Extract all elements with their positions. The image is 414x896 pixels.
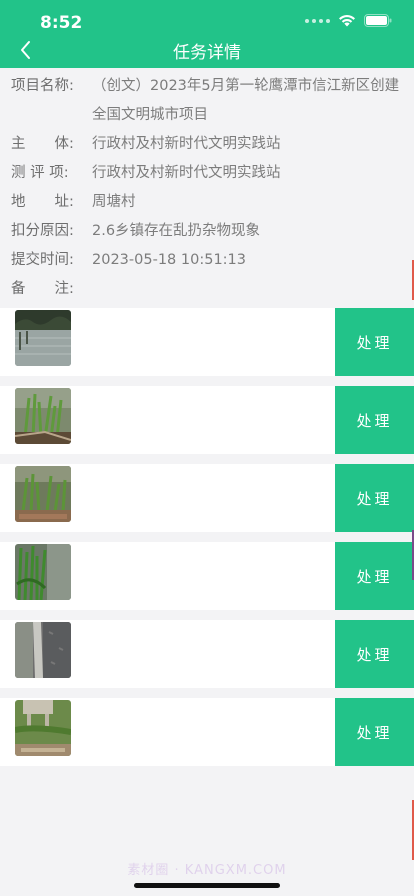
list-item: 处理 bbox=[0, 464, 414, 532]
photo-list: 处理 处理 处理 处理 处理 处理 bbox=[0, 308, 414, 766]
detail-label: 地 址: bbox=[11, 194, 74, 210]
list-item: 处理 bbox=[0, 308, 414, 376]
process-button[interactable]: 处理 bbox=[335, 698, 414, 766]
yard-debris-photo[interactable] bbox=[15, 700, 71, 756]
list-item: 处理 bbox=[0, 386, 414, 454]
status-bar: 8:52 bbox=[0, 0, 414, 36]
detail-row-remark: 备 注: bbox=[11, 275, 402, 304]
detail-row-submit-time: 提交时间: 2023-05-18 10:51:13 bbox=[11, 246, 402, 275]
page-title: 任务详情 bbox=[173, 43, 241, 63]
detail-label: 备 注: bbox=[11, 281, 74, 297]
home-indicator bbox=[134, 883, 280, 888]
detail-row-subject: 主 体: 行政村及村新时代文明实践站 bbox=[11, 130, 402, 159]
grass-shore-photo-2[interactable] bbox=[15, 466, 71, 522]
detail-label: 扣分原因: bbox=[11, 223, 74, 239]
detail-value: 行政村及村新时代文明实践站 bbox=[92, 165, 281, 181]
detail-label: 测 评 项: bbox=[11, 165, 69, 181]
detail-value: 2.6乡镇存在乱扔杂物现象 bbox=[92, 223, 261, 239]
detail-label: 项目名称: bbox=[11, 78, 74, 94]
watermark: 素材圈 · KANGXM.COM bbox=[127, 863, 287, 878]
status-icons bbox=[305, 14, 392, 27]
list-item: 处理 bbox=[0, 620, 414, 688]
pond-water-photo[interactable] bbox=[15, 310, 71, 366]
detail-label: 主 体: bbox=[11, 136, 74, 152]
plants-by-wall-photo[interactable] bbox=[15, 544, 71, 600]
detail-label: 提交时间: bbox=[11, 252, 74, 268]
nav-bar: 任务详情 bbox=[0, 36, 414, 68]
detail-row-evaluation: 测 评 项: 行政村及村新时代文明实践站 bbox=[11, 159, 402, 188]
detail-value: 周塘村 bbox=[92, 194, 136, 210]
detail-row-project: 项目名称: （创文）2023年5月第一轮鹰潭市信江新区创建全国文明城市项目 bbox=[11, 72, 402, 130]
app-header: 8:52 任务详情 bbox=[0, 0, 414, 68]
list-item: 处理 bbox=[0, 542, 414, 610]
detail-value: （创文）2023年5月第一轮鹰潭市信江新区创建全国文明城市项目 bbox=[92, 78, 400, 123]
task-details: 项目名称: （创文）2023年5月第一轮鹰潭市信江新区创建全国文明城市项目 主 … bbox=[0, 68, 414, 304]
process-button[interactable]: 处理 bbox=[335, 386, 414, 454]
detail-value bbox=[92, 275, 402, 304]
detail-value: 2023-05-18 10:51:13 bbox=[92, 252, 246, 268]
detail-row-address: 地 址: 周塘村 bbox=[11, 188, 402, 217]
status-time: 8:52 bbox=[40, 13, 83, 33]
detail-value: 行政村及村新时代文明实践站 bbox=[92, 136, 281, 152]
road-curb-photo[interactable] bbox=[15, 622, 71, 678]
process-button[interactable]: 处理 bbox=[335, 542, 414, 610]
signal-icon bbox=[305, 18, 330, 23]
battery-icon bbox=[364, 14, 392, 27]
process-button[interactable]: 处理 bbox=[335, 464, 414, 532]
process-button[interactable]: 处理 bbox=[335, 308, 414, 376]
wifi-icon bbox=[339, 15, 355, 27]
process-button[interactable]: 处理 bbox=[335, 620, 414, 688]
list-item: 处理 bbox=[0, 698, 414, 766]
grass-shore-photo[interactable] bbox=[15, 388, 71, 444]
detail-row-reason: 扣分原因: 2.6乡镇存在乱扔杂物现象 bbox=[11, 217, 402, 246]
